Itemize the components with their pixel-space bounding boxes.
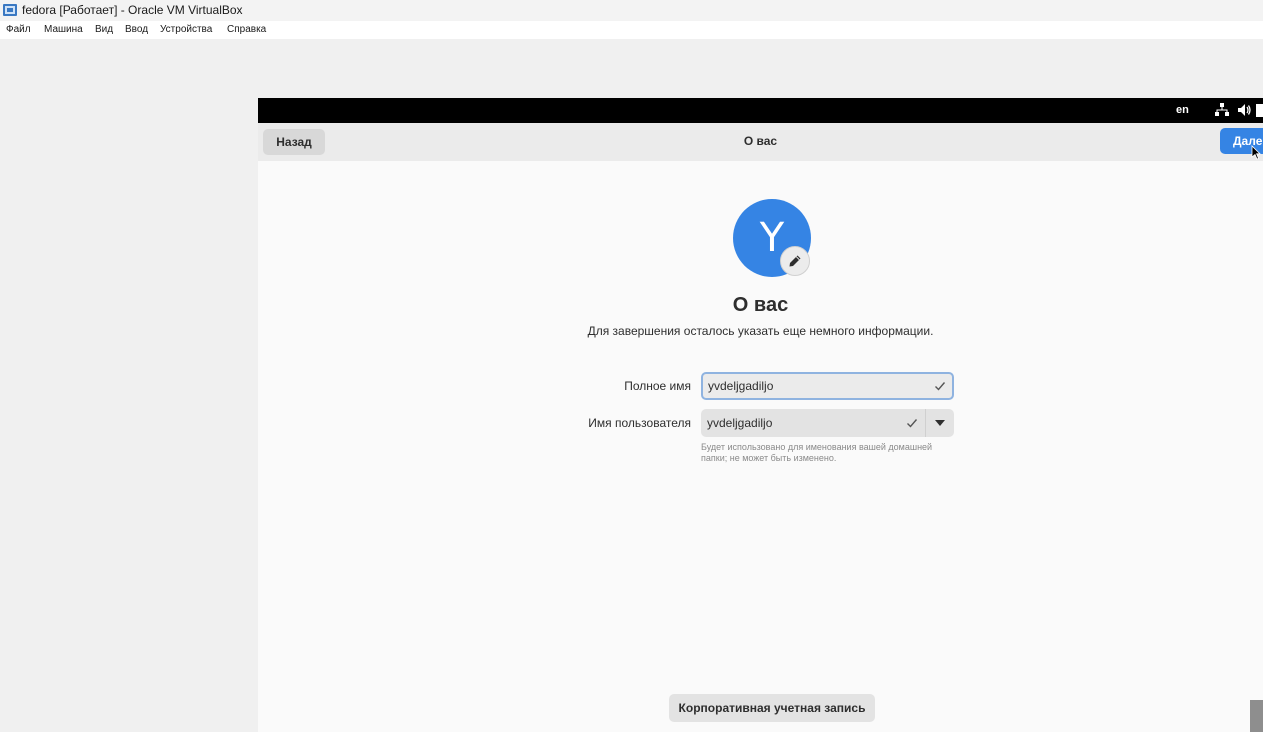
username-label: Имя пользователя — [588, 416, 691, 430]
language-indicator[interactable]: en — [1176, 104, 1189, 116]
username-valid-check-icon — [907, 419, 918, 428]
menu-machine[interactable]: Машина — [44, 24, 83, 35]
guest-screen[interactable]: en Назад О вас Дале Y О вас Для завершен… — [258, 98, 1263, 732]
menu-input[interactable]: Ввод — [125, 24, 148, 35]
enterprise-login-button[interactable]: Корпоративная учетная запись — [669, 694, 875, 722]
menubar: Файл Машина Вид Ввод Устройства Справка — [0, 21, 1263, 39]
chevron-down-icon — [935, 420, 945, 426]
setup-header: Назад О вас Дале — [258, 123, 1263, 161]
fullname-input[interactable] — [701, 372, 954, 400]
menu-devices[interactable]: Устройства — [160, 24, 212, 35]
scrollbar-thumb[interactable] — [1250, 700, 1263, 732]
power-icon[interactable] — [1256, 104, 1263, 117]
fullname-valid-check-icon — [935, 382, 946, 391]
username-dropdown-button[interactable] — [926, 409, 954, 437]
fullname-label: Полное имя — [624, 379, 691, 393]
username-input[interactable] — [701, 409, 923, 437]
volume-icon[interactable] — [1237, 103, 1251, 117]
network-icon[interactable] — [1215, 103, 1229, 117]
window-titlebar: fedora [Работает] - Oracle VM VirtualBox — [0, 0, 1263, 21]
page-heading: О вас — [732, 294, 789, 316]
username-hint: Будет использовано для именования вашей … — [701, 442, 933, 463]
pencil-icon — [789, 255, 801, 267]
virtualbox-icon — [3, 4, 17, 16]
gnome-top-bar: en — [258, 98, 1263, 123]
menu-file[interactable]: Файл — [6, 24, 31, 35]
page-description: Для завершения осталось указать еще немн… — [587, 324, 934, 338]
menu-help[interactable]: Справка — [227, 24, 266, 35]
menu-view[interactable]: Вид — [95, 24, 113, 35]
mouse-cursor-icon — [1251, 145, 1261, 160]
window-title: fedora [Работает] - Oracle VM VirtualBox — [22, 3, 243, 17]
header-title: О вас — [743, 134, 778, 148]
avatar-edit-button[interactable] — [780, 246, 810, 276]
username-combo — [701, 409, 954, 437]
